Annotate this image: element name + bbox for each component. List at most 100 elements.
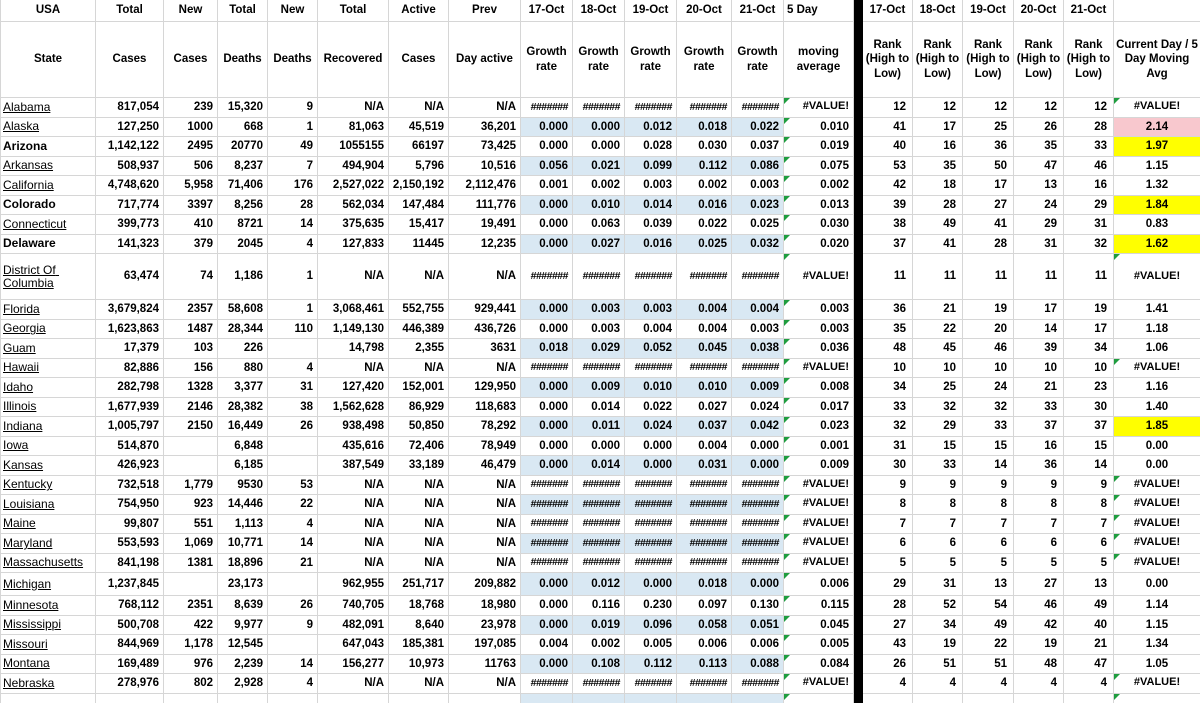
cell-total-recovered[interactable]: 962,955 <box>318 573 389 596</box>
cell-growth-21oct[interactable]: ####### <box>732 358 784 378</box>
header-growth-20oct[interactable]: Growth rate <box>677 22 732 98</box>
cell-rank-19oct[interactable]: 4 <box>963 674 1014 694</box>
cell-prev-day-active[interactable]: 46,479 <box>449 456 521 476</box>
header-new-cases[interactable]: New <box>164 0 218 22</box>
cell-new-deaths[interactable]: 14 <box>268 215 318 235</box>
cell-total-cases[interactable]: 141,323 <box>96 234 164 254</box>
cell-rank-18oct[interactable]: 21 <box>913 300 963 320</box>
cell-rank-19oct[interactable]: 41 <box>963 215 1014 235</box>
cell-growth-17oct[interactable]: 0.000 <box>521 615 573 635</box>
cell-growth-20oct[interactable] <box>677 693 732 703</box>
cell-rank-17oct[interactable]: 7 <box>863 514 913 534</box>
cell-prev-day-active[interactable]: 3631 <box>449 339 521 359</box>
cell-current-vs-5day-avg[interactable]: #VALUE! <box>1114 495 1200 515</box>
cell-growth-20oct[interactable]: ####### <box>677 358 732 378</box>
cell-active-cases[interactable]: 5,796 <box>389 156 449 176</box>
cell-total-cases[interactable]: 127,250 <box>96 117 164 137</box>
header-total-deaths[interactable]: Deaths <box>218 22 268 98</box>
cell-rank-19oct[interactable]: 25 <box>963 117 1014 137</box>
cell-prev-day-active[interactable]: 209,882 <box>449 573 521 596</box>
cell-rank-20oct[interactable]: 11 <box>1014 254 1064 300</box>
cell-rank-18oct[interactable]: 8 <box>913 495 963 515</box>
cell-active-cases[interactable]: 45,519 <box>389 117 449 137</box>
cell-5day-moving-avg[interactable]: 0.013 <box>784 195 854 215</box>
cell-rank-20oct[interactable]: 26 <box>1014 117 1064 137</box>
cell-rank-20oct[interactable]: 4 <box>1014 674 1064 694</box>
cell-rank-17oct[interactable]: 38 <box>863 215 913 235</box>
header-new-cases[interactable]: Cases <box>164 22 218 98</box>
cell-rank-17oct[interactable]: 9 <box>863 475 913 495</box>
cell-total-deaths[interactable]: 28,382 <box>218 397 268 417</box>
cell-5day-moving-avg[interactable]: #VALUE! <box>784 514 854 534</box>
cell-growth-21oct[interactable]: 0.003 <box>732 176 784 196</box>
cell-rank-18oct[interactable]: 35 <box>913 156 963 176</box>
cell-growth-20oct[interactable]: ####### <box>677 674 732 694</box>
cell-growth-17oct[interactable]: 0.000 <box>521 436 573 456</box>
cell-state[interactable]: Illinois <box>1 397 96 417</box>
cell-total-recovered[interactable]: 375,635 <box>318 215 389 235</box>
cell-5day-moving-avg[interactable]: #VALUE! <box>784 674 854 694</box>
cell-current-vs-5day-avg[interactable]: #VALUE! <box>1114 254 1200 300</box>
cell-state[interactable]: Hawaii <box>1 358 96 378</box>
cell-rank-21oct[interactable]: 29 <box>1064 195 1114 215</box>
cell-rank-20oct[interactable]: 24 <box>1014 195 1064 215</box>
cell-growth-17oct[interactable]: 0.000 <box>521 573 573 596</box>
cell-rank-21oct[interactable] <box>1064 693 1114 703</box>
cell-total-recovered[interactable]: 435,616 <box>318 436 389 456</box>
cell-growth-21oct[interactable]: 0.006 <box>732 635 784 655</box>
cell-rank-20oct[interactable]: 39 <box>1014 339 1064 359</box>
cell-new-cases[interactable]: 1,178 <box>164 635 218 655</box>
cell-5day-moving-avg[interactable]: #VALUE! <box>784 534 854 554</box>
cell-rank-21oct[interactable]: 15 <box>1064 436 1114 456</box>
cell-total-cases[interactable]: 1,005,797 <box>96 417 164 437</box>
cell-rank-20oct[interactable]: 46 <box>1014 596 1064 616</box>
cell-rank-19oct[interactable]: 13 <box>963 573 1014 596</box>
cell-rank-20oct[interactable]: 35 <box>1014 137 1064 157</box>
cell-rank-19oct[interactable]: 14 <box>963 456 1014 476</box>
cell-active-cases[interactable]: 8,640 <box>389 615 449 635</box>
cell-rank-18oct[interactable]: 28 <box>913 195 963 215</box>
cell-active-cases[interactable]: N/A <box>389 495 449 515</box>
cell-rank-20oct[interactable]: 7 <box>1014 514 1064 534</box>
cell-growth-20oct[interactable]: 0.037 <box>677 417 732 437</box>
cell-rank-21oct[interactable]: 4 <box>1064 674 1114 694</box>
cell-rank-20oct[interactable]: 5 <box>1014 553 1064 573</box>
cell-state[interactable]: Arkansas <box>1 156 96 176</box>
cell-growth-19oct[interactable]: 0.000 <box>625 436 677 456</box>
cell-rank-20oct[interactable]: 48 <box>1014 654 1064 674</box>
cell-total-cases[interactable]: 717,774 <box>96 195 164 215</box>
cell-rank-20oct[interactable]: 19 <box>1014 635 1064 655</box>
cell-total-recovered[interactable]: N/A <box>318 254 389 300</box>
cell-new-cases[interactable]: 3397 <box>164 195 218 215</box>
cell-growth-18oct[interactable]: ####### <box>573 254 625 300</box>
cell-new-cases[interactable]: 5,958 <box>164 176 218 196</box>
header-current-vs-5day-avg[interactable]: Current Day / 5 Day Moving Avg <box>1114 22 1200 98</box>
cell-growth-18oct[interactable]: 0.108 <box>573 654 625 674</box>
cell-total-deaths[interactable]: 8721 <box>218 215 268 235</box>
cell-total-cases[interactable]: 1,623,863 <box>96 319 164 339</box>
cell-state[interactable]: Alabama <box>1 98 96 118</box>
cell-rank-19oct[interactable]: 9 <box>963 475 1014 495</box>
cell-growth-21oct[interactable] <box>732 693 784 703</box>
cell-prev-day-active[interactable]: 129,950 <box>449 378 521 398</box>
cell-rank-17oct[interactable]: 41 <box>863 117 913 137</box>
cell-growth-21oct[interactable]: 0.004 <box>732 300 784 320</box>
cell-state[interactable]: Maine <box>1 514 96 534</box>
cell-rank-21oct[interactable]: 47 <box>1064 654 1114 674</box>
header-new-deaths[interactable]: New <box>268 0 318 22</box>
cell-prev-day-active[interactable]: N/A <box>449 674 521 694</box>
cell-total-recovered[interactable]: N/A <box>318 358 389 378</box>
cell-growth-18oct[interactable]: 0.000 <box>573 117 625 137</box>
cell-growth-21oct[interactable]: 0.037 <box>732 137 784 157</box>
cell-growth-17oct[interactable]: ####### <box>521 534 573 554</box>
cell-current-vs-5day-avg[interactable]: 1.15 <box>1114 615 1200 635</box>
cell-5day-moving-avg[interactable]: 0.001 <box>784 436 854 456</box>
cell-growth-21oct[interactable]: 0.032 <box>732 234 784 254</box>
header-total-recovered[interactable]: Total <box>318 0 389 22</box>
cell-growth-18oct[interactable]: 0.003 <box>573 300 625 320</box>
cell-total-deaths[interactable]: 668 <box>218 117 268 137</box>
cell-rank-21oct[interactable]: 31 <box>1064 215 1114 235</box>
cell-total-cases[interactable]: 1,677,939 <box>96 397 164 417</box>
cell-5day-moving-avg[interactable]: 0.006 <box>784 573 854 596</box>
cell-rank-18oct[interactable]: 18 <box>913 176 963 196</box>
